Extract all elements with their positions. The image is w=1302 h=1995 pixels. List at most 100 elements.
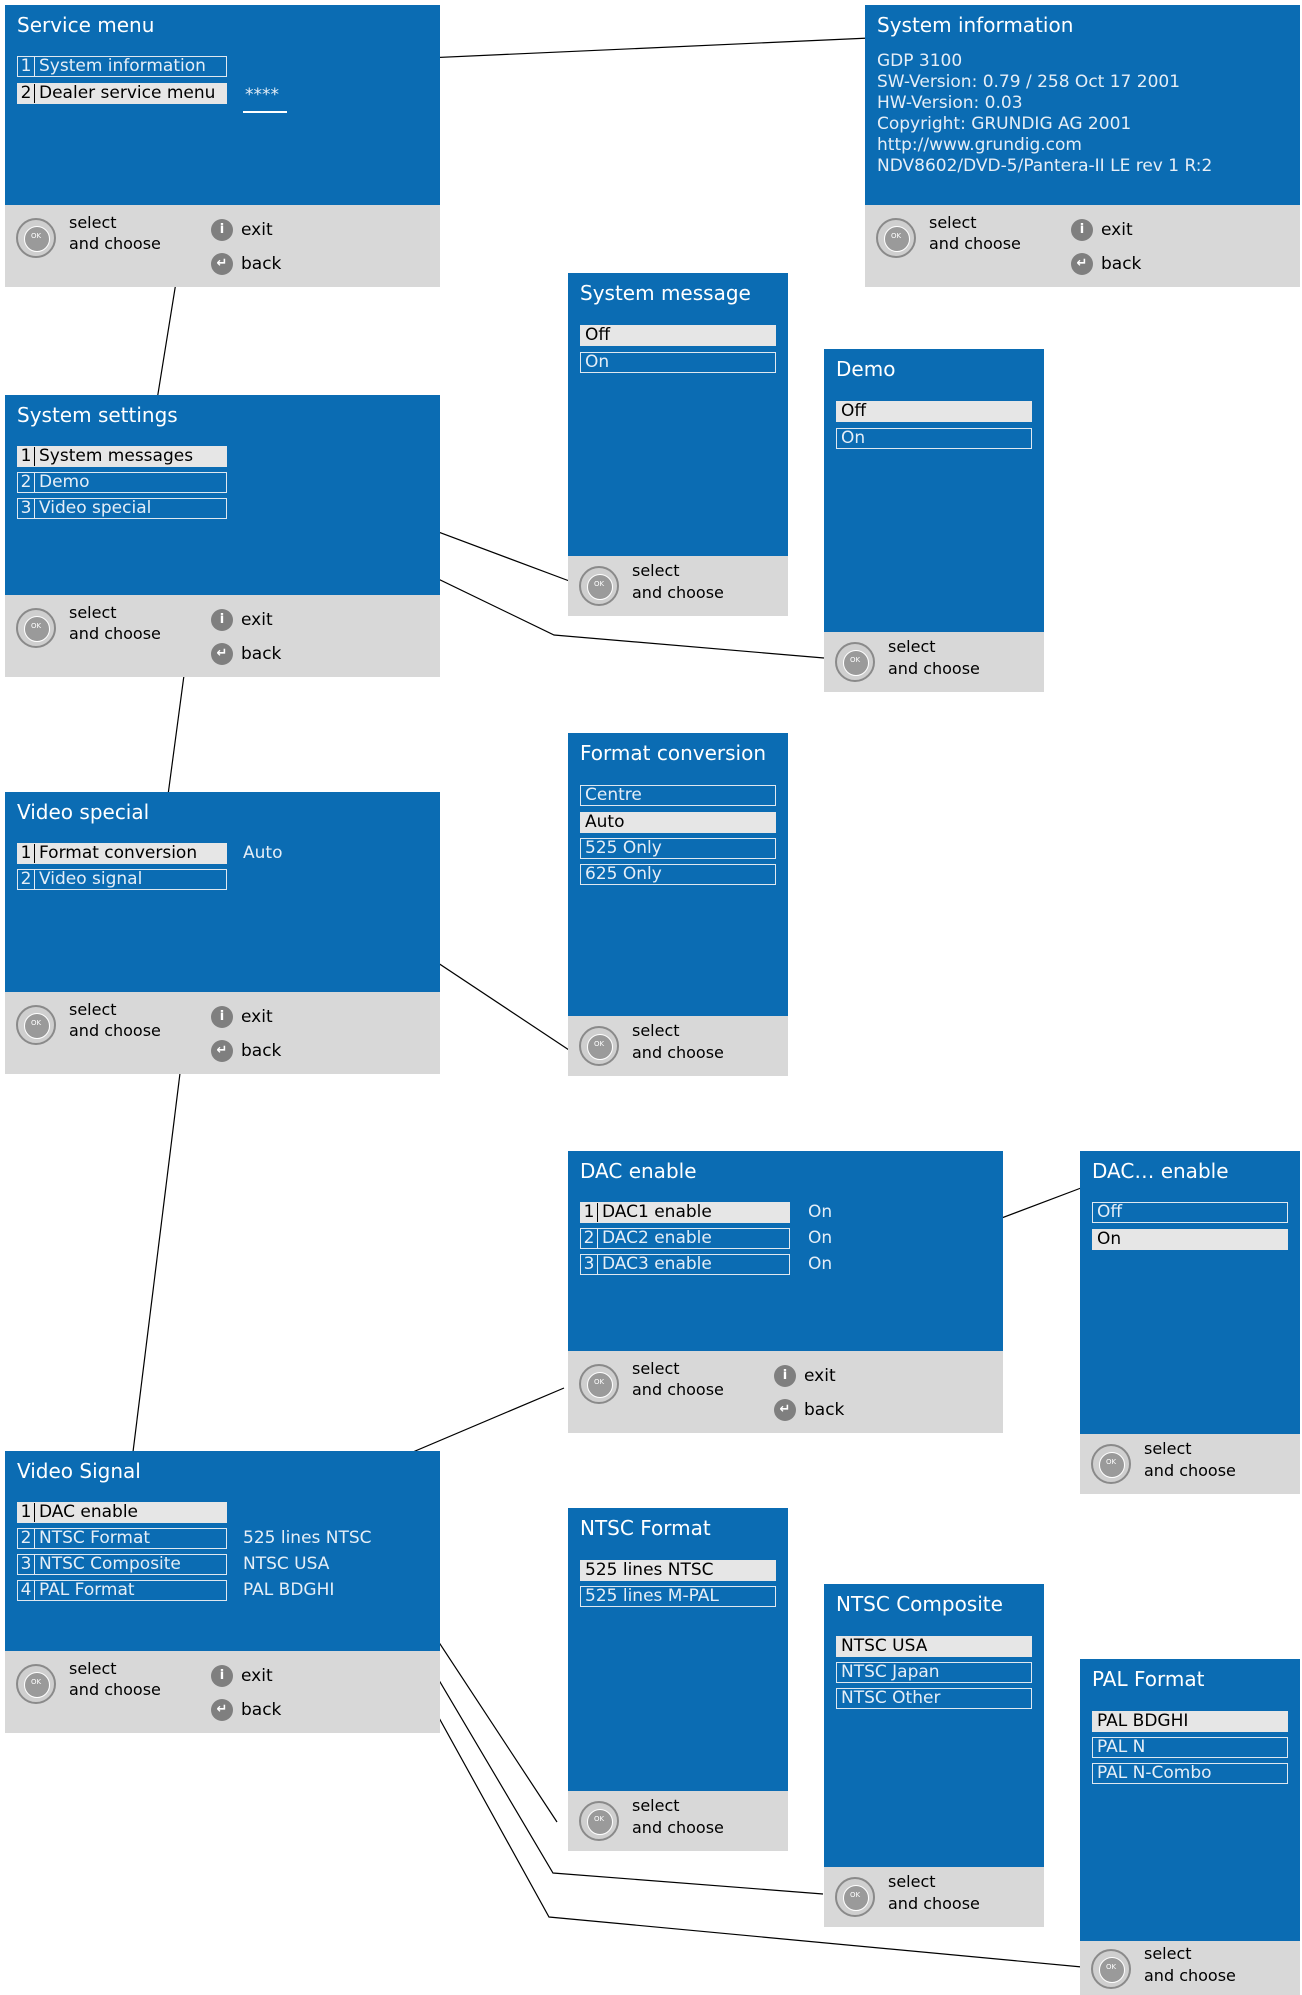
menu-item-system-messages[interactable]: 1 System messages	[17, 446, 227, 467]
option-ntsc-japan[interactable]: NTSC Japan	[836, 1662, 1032, 1683]
info-icon: i	[211, 219, 233, 241]
option-off[interactable]: Off	[580, 325, 776, 346]
back-icon: ↵	[211, 253, 233, 275]
menu-item-demo[interactable]: 2 Demo	[17, 472, 227, 493]
navigation-pad-icon: OK	[16, 608, 56, 648]
exit-label[interactable]: exit	[804, 1366, 836, 1386]
ntsc-format-screen: NTSC Format 525 lines NTSC 525 lines M-P…	[568, 1508, 788, 1791]
ntsc-composite-value: NTSC USA	[243, 1554, 330, 1574]
navigation-pad-icon: OK	[16, 1664, 56, 1704]
select-hint: select	[69, 1659, 117, 1678]
back-label[interactable]: back	[241, 644, 281, 664]
choose-hint: and choose	[69, 624, 161, 643]
video-special-screen: Video special 1 Format conversion Auto 2V…	[5, 792, 440, 992]
back-label[interactable]: back	[241, 254, 281, 274]
choose-hint: and choose	[69, 1680, 161, 1699]
menu-item-dealer-service-menu[interactable]: 2 Dealer service menu	[17, 83, 227, 104]
choose-hint: and choose	[632, 1380, 724, 1399]
exit-label[interactable]: exit	[241, 610, 273, 630]
option-pal-n[interactable]: PAL N	[1092, 1737, 1288, 1758]
choose-hint: and choose	[632, 1818, 724, 1837]
option-525-lines-ntsc[interactable]: 525 lines NTSC	[580, 1560, 776, 1581]
exit-label[interactable]: exit	[241, 220, 273, 240]
menu-item-dac-enable[interactable]: 1 DAC enable	[17, 1502, 227, 1523]
service-menu-screen: Service menu 1 System information 2 Dealer…	[5, 5, 440, 205]
menu-item-ntsc-composite[interactable]: 3 NTSC Composite	[17, 1554, 227, 1575]
select-hint: select	[888, 1872, 936, 1891]
menu-item-video-signal[interactable]: 2 Video signal	[17, 869, 227, 890]
navigation-pad-icon: OK	[579, 1801, 619, 1841]
back-label[interactable]: back	[241, 1041, 281, 1061]
menu-item-system-information[interactable]: 1 System information	[17, 56, 227, 77]
exit-label[interactable]: exit	[241, 1666, 273, 1686]
info-icon: i	[211, 1665, 233, 1687]
option-off[interactable]: Off	[836, 401, 1032, 422]
video-special-footer: OK select and choose i exit ↵ back	[5, 992, 440, 1074]
back-label[interactable]: back	[241, 1700, 281, 1720]
system-information-title: System information	[877, 13, 1074, 37]
dac2-value: On	[808, 1228, 833, 1248]
info-copyright: Copyright: GRUNDIG AG 2001	[877, 114, 1132, 134]
option-525-lines-m-pal[interactable]: 525 lines M-PAL	[580, 1586, 776, 1607]
select-hint: select	[888, 637, 936, 656]
option-pal-n-combo[interactable]: PAL N-Combo	[1092, 1763, 1288, 1784]
back-label[interactable]: back	[804, 1400, 844, 1420]
option-525-only[interactable]: 525 Only	[580, 838, 776, 859]
navigation-pad-icon: OK	[835, 1877, 875, 1917]
info-icon: i	[211, 1006, 233, 1028]
option-on[interactable]: On	[1092, 1229, 1288, 1250]
exit-label[interactable]: exit	[1101, 220, 1133, 240]
menu-item-format-conversion[interactable]: 1 Format conversion	[17, 843, 227, 864]
option-auto[interactable]: Auto	[580, 812, 776, 833]
pal-format-panel: PAL Format PAL BDGHI PAL N PAL N-Combo O…	[1080, 1659, 1300, 1995]
menu-item-video-special[interactable]: 3 Video special	[17, 498, 227, 519]
select-hint: select	[69, 213, 117, 232]
select-hint: select	[632, 1359, 680, 1378]
pal-format-value: PAL BDGHI	[243, 1580, 335, 1600]
info-sw-version: SW-Version: 0.79 / 258 Oct 17 2001	[877, 72, 1181, 92]
system-settings-title: System settings	[17, 403, 178, 427]
option-ntsc-other[interactable]: NTSC Other	[836, 1688, 1032, 1709]
dac-x-enable-panel: DAC… enable Off On OK select and choose	[1080, 1151, 1300, 1494]
navigation-pad-icon: OK	[1091, 1444, 1131, 1484]
option-pal-bdghi[interactable]: PAL BDGHI	[1092, 1711, 1288, 1732]
select-hint: select	[929, 213, 977, 232]
dac-x-enable-screen: DAC… enable Off On	[1080, 1151, 1300, 1434]
video-signal-screen: Video Signal 1 DAC enable 2 NTSC Format 52…	[5, 1451, 440, 1651]
menu-item-dac1-enable[interactable]: 1 DAC1 enable	[580, 1202, 790, 1223]
ntsc-composite-screen: NTSC Composite NTSC USA NTSC Japan NTSC …	[824, 1584, 1044, 1867]
exit-label[interactable]: exit	[241, 1007, 273, 1027]
menu-item-dac3-enable[interactable]: 3 DAC3 enable	[580, 1254, 790, 1275]
demo-screen: Demo Off On	[824, 349, 1044, 632]
system-settings-footer: OK select and choose i exit ↵ back	[5, 595, 440, 677]
video-signal-title: Video Signal	[17, 1459, 141, 1483]
ntsc-format-panel: NTSC Format 525 lines NTSC 525 lines M-P…	[568, 1508, 788, 1851]
info-model: GDP 3100	[877, 51, 963, 71]
option-ntsc-usa[interactable]: NTSC USA	[836, 1636, 1032, 1657]
select-hint: select	[1144, 1439, 1192, 1458]
password-field[interactable]: ****	[245, 85, 279, 105]
menu-item-ntsc-format[interactable]: 2 NTSC Format	[17, 1528, 227, 1549]
system-information-panel: System information GDP 3100 SW-Version: …	[865, 5, 1300, 287]
dac-enable-panel: DAC enable 1 DAC1 enable On 2 DAC2 enable …	[568, 1151, 1003, 1433]
menu-item-dac2-enable[interactable]: 2 DAC2 enable	[580, 1228, 790, 1249]
choose-hint: and choose	[888, 1894, 980, 1913]
ntsc-format-value: 525 lines NTSC	[243, 1528, 372, 1548]
choose-hint: and choose	[69, 234, 161, 253]
choose-hint: and choose	[888, 659, 980, 678]
dac-enable-title: DAC enable	[580, 1159, 697, 1183]
system-message-panel: System message Off On OK select and choo…	[568, 273, 788, 616]
option-on[interactable]: On	[836, 428, 1032, 449]
service-menu-footer: OK select and choose i exit ↵ back	[5, 205, 440, 287]
option-centre[interactable]: Centre	[580, 785, 776, 806]
option-off[interactable]: Off	[1092, 1202, 1288, 1223]
choose-hint: and choose	[632, 1043, 724, 1062]
option-625-only[interactable]: 625 Only	[580, 864, 776, 885]
format-conversion-title: Format conversion	[580, 741, 766, 765]
menu-item-pal-format[interactable]: 4 PAL Format	[17, 1580, 227, 1601]
option-on[interactable]: On	[580, 352, 776, 373]
navigation-pad-icon: OK	[835, 642, 875, 682]
back-label[interactable]: back	[1101, 254, 1141, 274]
choose-hint: and choose	[1144, 1461, 1236, 1480]
ntsc-format-footer: OK select and choose	[568, 1791, 788, 1851]
